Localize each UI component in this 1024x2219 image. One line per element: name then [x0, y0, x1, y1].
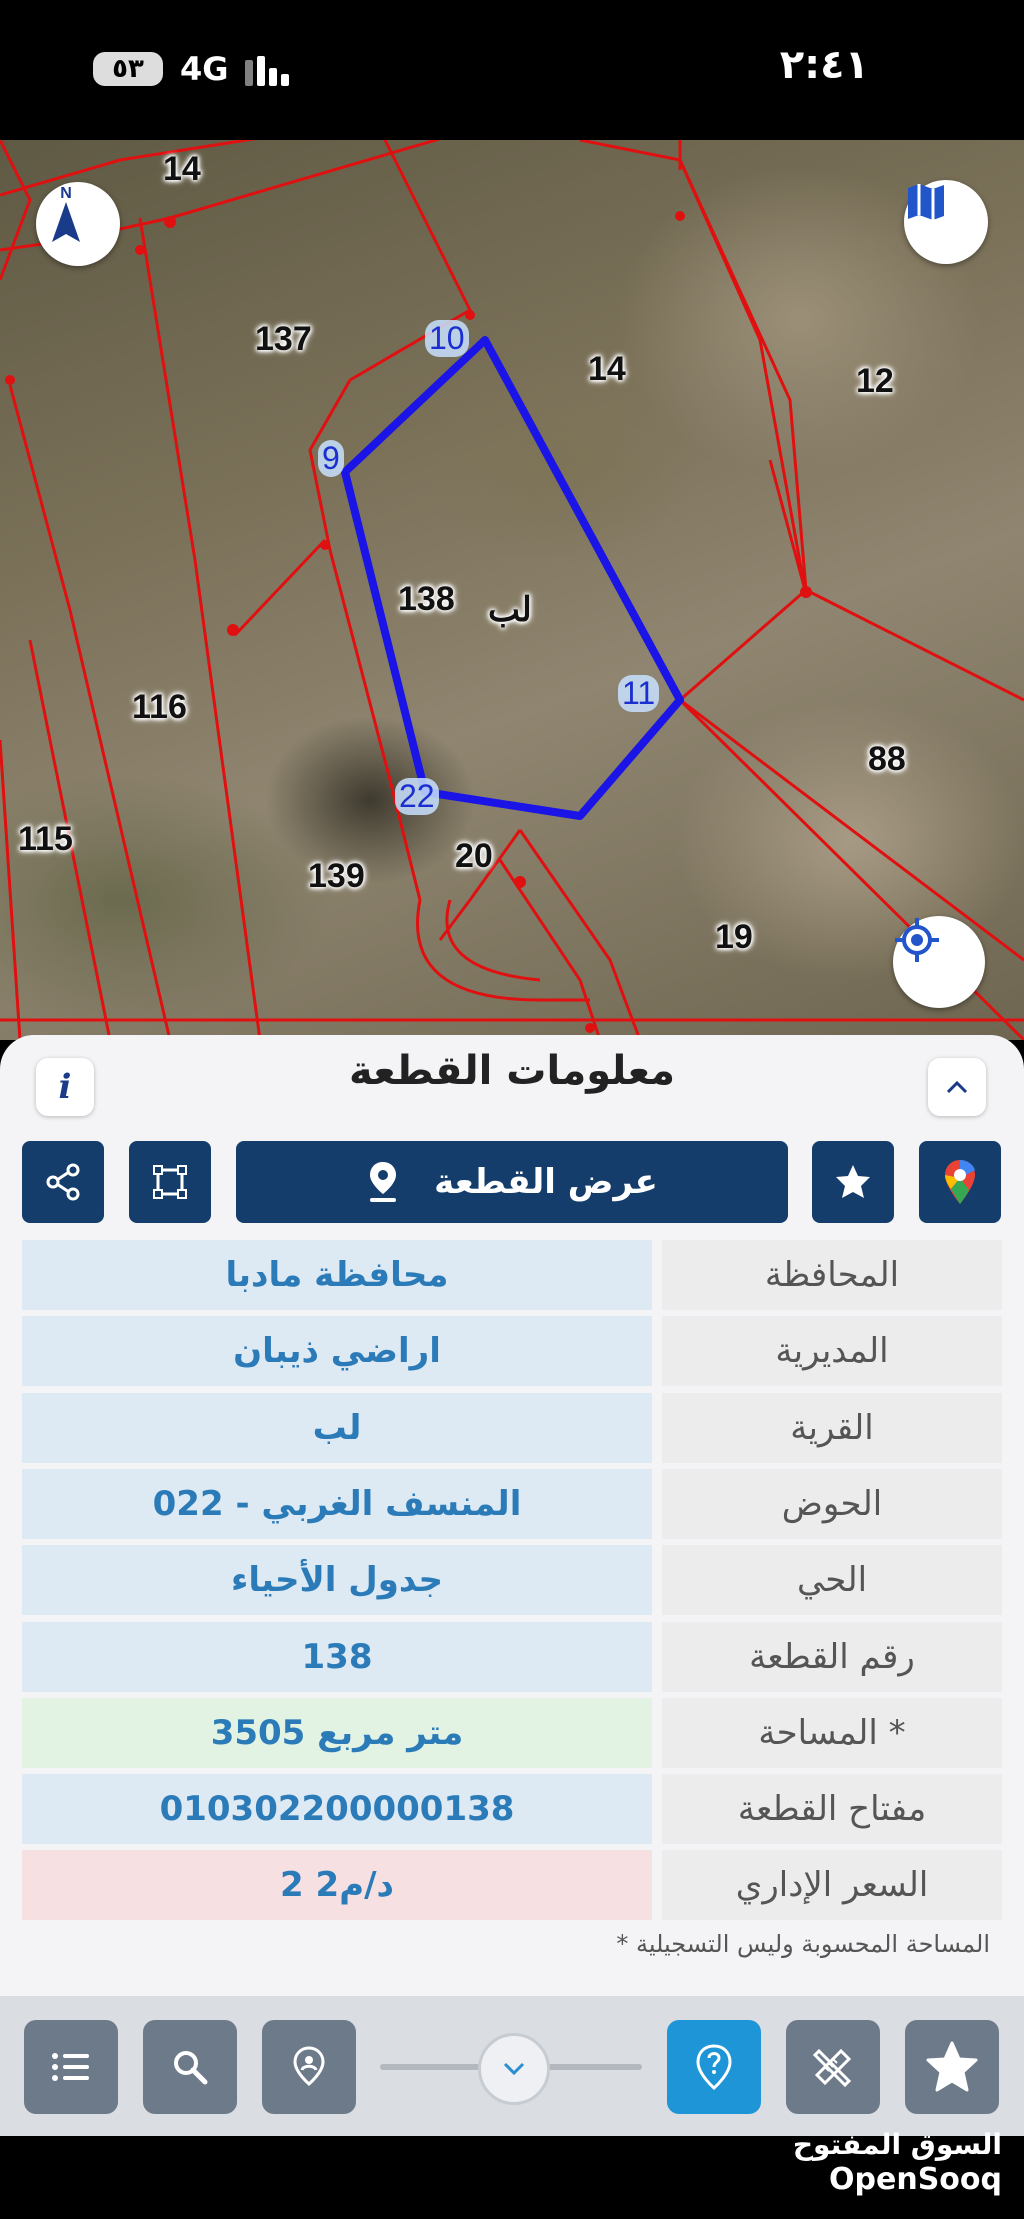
person-pin-icon	[293, 2046, 325, 2086]
compass-icon: N	[52, 185, 80, 242]
list-button[interactable]	[24, 2020, 118, 2114]
polygon-select-icon	[153, 1165, 187, 1199]
parcel-number-label[interactable]: 115	[18, 820, 73, 859]
info-row-value: جدول الأحياء	[22, 1545, 652, 1616]
share-icon	[46, 1163, 80, 1201]
vertex-label: 10	[425, 320, 469, 357]
area-footnote: * المساحة المحسوبة وليس التسجيلية	[616, 1930, 990, 1958]
parcel-number-label[interactable]: 20	[455, 837, 493, 876]
crosshair-icon	[895, 918, 939, 962]
info-row: لب القرية	[22, 1392, 1002, 1463]
parcel-number-label[interactable]: 14	[163, 150, 201, 189]
parcel-number-label[interactable]: 88	[868, 740, 906, 779]
location-pin-icon	[370, 1162, 397, 1202]
watermark-english: OpenSooq	[829, 2162, 1002, 2197]
panel-title: معلومات القطعة	[349, 1048, 675, 1094]
clock: ٢:٤١	[779, 42, 869, 88]
share-button[interactable]	[22, 1141, 104, 1223]
info-row-label: رقم القطعة	[662, 1621, 1002, 1692]
watermark-arabic: السوق المفتوح	[792, 2128, 1002, 2161]
google-maps-icon	[945, 1160, 975, 1204]
parcel-number-label[interactable]: 138	[398, 580, 455, 619]
google-maps-button[interactable]	[919, 1141, 1001, 1223]
info-row-label: المديرية	[662, 1316, 1002, 1387]
battery-indicator: ٥٣	[93, 52, 163, 86]
collapse-panel-button[interactable]	[928, 1058, 986, 1116]
parcel-number-label[interactable]: 12	[856, 362, 894, 401]
info-row-label: المحافظة	[662, 1240, 1002, 1310]
info-row-value: 2 د/م2	[22, 1850, 652, 1921]
info-row-value: المنسف الغربي - 022	[22, 1468, 652, 1539]
info-row: 010302200000138 مفتاح القطعة	[22, 1774, 1002, 1845]
favorite-button[interactable]	[812, 1141, 894, 1223]
info-row-label: الحوض	[662, 1468, 1002, 1539]
info-row: اراضي ذيبان المديرية	[22, 1316, 1002, 1387]
pin-location-button[interactable]	[262, 2020, 356, 2114]
info-row: 138 رقم القطعة	[22, 1621, 1002, 1692]
info-row-value: محافظة مادبا	[22, 1240, 652, 1310]
favorites-button[interactable]	[905, 2020, 999, 2114]
info-row: 3505 متر مربع المساحة *	[22, 1697, 1002, 1768]
panel-toggle-button[interactable]	[478, 2033, 550, 2105]
search-button[interactable]	[143, 2020, 237, 2114]
info-row-value: 010302200000138	[22, 1774, 652, 1845]
network-type: 4G	[180, 50, 229, 88]
parcel-number-label[interactable]: 14	[588, 350, 626, 389]
map-layers-button[interactable]	[904, 180, 988, 264]
list-icon	[52, 2053, 89, 2081]
view-parcel-button[interactable]: عرض القطعة	[236, 1141, 788, 1223]
signal-icon	[245, 56, 300, 86]
parcel-query-button[interactable]	[667, 2020, 761, 2114]
view-parcel-label: عرض القطعة	[434, 1162, 658, 1202]
info-row: محافظة مادبا المحافظة	[22, 1240, 1002, 1310]
parcel-number-label[interactable]: 137	[255, 320, 312, 359]
village-label: لب	[488, 591, 532, 629]
ruler-pencil-icon	[812, 2048, 852, 2088]
info-row-label: السعر الإداري	[662, 1850, 1002, 1921]
locate-me-button[interactable]	[893, 916, 985, 1008]
star-icon	[926, 2041, 978, 2092]
vertex-label: 11	[618, 675, 660, 712]
compass-button[interactable]: N	[36, 182, 120, 266]
search-icon	[174, 2051, 208, 2085]
info-row: جدول الأحياء الحي	[22, 1545, 1002, 1616]
question-pin-icon	[696, 2044, 732, 2090]
vertex-label: 9	[318, 440, 344, 477]
star-icon	[836, 1165, 870, 1198]
parcel-number-label[interactable]: 139	[308, 857, 365, 896]
parcel-number-label[interactable]: 116	[132, 688, 187, 727]
svg-text:N: N	[60, 185, 72, 202]
info-row-value: اراضي ذيبان	[22, 1316, 652, 1387]
info-row: 2 د/م2 السعر الإداري	[22, 1850, 1002, 1921]
draw-area-button[interactable]	[129, 1141, 211, 1223]
info-row-label: مفتاح القطعة	[662, 1774, 1002, 1845]
status-bar: ٥٣ 4G ٢:٤١	[0, 0, 1024, 140]
info-row-label: المساحة *	[662, 1697, 1002, 1768]
vertex-label: 22	[395, 778, 439, 815]
chevron-up-icon	[946, 1080, 968, 1094]
parcel-number-label[interactable]: 19	[715, 918, 753, 957]
info-row-label: القرية	[662, 1392, 1002, 1463]
info-row-value: 138	[22, 1621, 652, 1692]
satellite-map[interactable]: 14 137 14 12 138 لب 116 88 115 139 20 19…	[0, 140, 1024, 1040]
info-row-label: الحي	[662, 1545, 1002, 1616]
info-row: المنسف الغربي - 022 الحوض	[22, 1468, 1002, 1539]
map-icon	[908, 184, 944, 220]
info-row-value: 3505 متر مربع	[22, 1697, 652, 1768]
info-row-value: لب	[22, 1392, 652, 1463]
chevron-down-icon	[503, 2062, 525, 2076]
measure-tools-button[interactable]	[786, 2020, 880, 2114]
